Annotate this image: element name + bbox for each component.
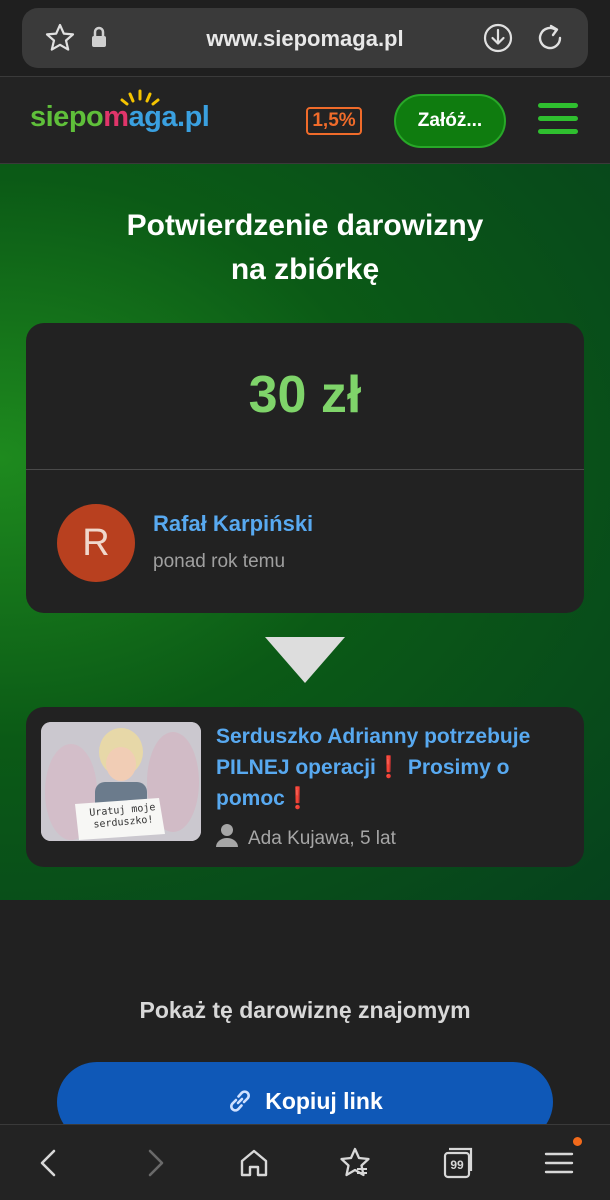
share-heading: Pokaż tę darowiznę znajomym: [139, 997, 471, 1023]
address-bar[interactable]: www.siepomaga.pl: [22, 8, 588, 68]
siepomaga-logo[interactable]: siepomaga.pl: [30, 89, 210, 134]
tab-count: 99: [450, 1158, 464, 1172]
browser-menu-icon[interactable]: [541, 1145, 577, 1181]
logo-text-part1: siepo: [30, 101, 104, 133]
donation-card: 30 zł R Rafał Karpiński ponad rok temu: [26, 323, 584, 613]
notification-dot: [573, 1137, 582, 1146]
donor-name-link[interactable]: Rafał Karpiński: [153, 511, 313, 537]
page-title-line2: na zbiórkę: [230, 253, 380, 286]
tabs-icon[interactable]: 99: [440, 1145, 476, 1181]
copy-link-label: Kopiuj link: [265, 1088, 383, 1114]
create-fundraiser-button[interactable]: Załóż...: [394, 94, 506, 148]
back-icon[interactable]: [32, 1145, 68, 1181]
donation-time: ponad rok temu: [153, 551, 286, 572]
page-title-line1: Potwierdzenie darowizny: [126, 209, 484, 242]
link-icon: [230, 1090, 251, 1112]
menu-hamburger-icon[interactable]: [538, 103, 578, 139]
fundraiser-beneficiary: Ada Kujawa, 5 lat: [216, 823, 396, 850]
fundraiser-card[interactable]: Uratuj moje serduszko! Serduszko Adriann…: [26, 707, 584, 867]
donation-hero: Potwierdzenie darowizny na zbiórkę 30 zł…: [0, 164, 610, 900]
fundraiser-photo[interactable]: Uratuj moje serduszko!: [41, 722, 201, 841]
download-icon[interactable]: [482, 22, 514, 54]
donation-amount: 30 zł: [248, 366, 362, 424]
reload-icon[interactable]: [534, 22, 566, 54]
tax-1-5-percent-badge[interactable]: 1,5%: [306, 107, 362, 135]
person-icon: [216, 824, 238, 847]
browser-bottom-toolbar: 99: [0, 1124, 610, 1200]
home-icon[interactable]: [236, 1145, 272, 1181]
browser-toolbar: www.siepomaga.pl: [0, 0, 610, 76]
card-divider: [26, 469, 584, 470]
site-header: siepomaga.pl 1,5% Załóż...: [0, 76, 610, 164]
donor-avatar[interactable]: R: [57, 504, 135, 582]
sun-rays-icon: [120, 89, 160, 106]
arrow-down-icon: [265, 637, 345, 683]
bookmarks-star-icon[interactable]: [337, 1145, 373, 1181]
fundraiser-title-link[interactable]: Serduszko Adrianny potrzebuje PILNEJ ope…: [216, 721, 572, 814]
page-title: Potwierdzenie darowizny na zbiórkę: [0, 204, 610, 292]
forward-icon[interactable]: [136, 1145, 172, 1181]
beneficiary-name: Ada Kujawa, 5 lat: [248, 828, 396, 849]
